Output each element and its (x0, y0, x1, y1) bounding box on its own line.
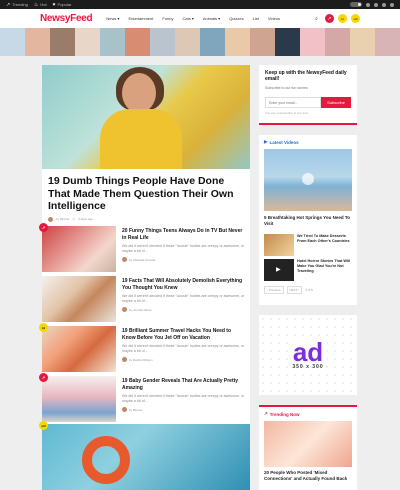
list-thumb[interactable] (42, 376, 116, 422)
video-title[interactable]: 5 Breathtaking Hot Springs You Need To V… (259, 211, 357, 231)
trending-badge-icon: ↗ (39, 223, 48, 232)
video-thumb[interactable] (264, 149, 352, 211)
hero-date: 3 days ago (78, 217, 93, 221)
list-author[interactable]: by Abasalla Kamadi (129, 258, 155, 262)
list-title[interactable]: 20 Funny Things Teens Always Do in TV Bu… (122, 228, 246, 242)
video-item-title[interactable]: We Tried To Make Desserts From Each Othe… (297, 234, 352, 256)
nav-item-animals[interactable]: Animals ▾ (203, 16, 220, 21)
play-icon: ▶ (276, 267, 281, 273)
nav-item-funny[interactable]: Funny (162, 16, 173, 21)
ad-banner[interactable]: ad 350 x 300 (259, 315, 357, 395)
video-item-title[interactable]: Hotel Horror Stories That Will Make You … (297, 259, 352, 281)
video-item[interactable]: We Tried To Make Desserts From Each Othe… (264, 234, 352, 256)
hero-author[interactable]: by Bimber (56, 217, 70, 221)
instagram-icon[interactable] (382, 2, 386, 7)
list-excerpt: We did it weren't decided if these "Auss… (122, 244, 245, 253)
next-button[interactable]: NEXT › (286, 286, 303, 294)
avatar[interactable] (122, 257, 127, 262)
trending-heading: Trending Now (269, 411, 300, 417)
avatar[interactable] (122, 407, 127, 412)
list-thumb[interactable] (42, 326, 116, 372)
nav-item-videos[interactable]: Videos (268, 16, 280, 21)
page-count: 1 of 6 (305, 288, 313, 292)
main-content: 19 Dumb Things People Have Done That Mad… (39, 65, 250, 490)
nav-item-entertainment[interactable]: Entertainment (128, 16, 153, 21)
topbar-hot-link[interactable]: ♨ Hot (34, 2, 47, 8)
hero-title[interactable]: 19 Dumb Things People Have Done That Mad… (42, 169, 250, 213)
nav-item-list[interactable]: List (253, 16, 259, 21)
top-bar: ↗ Trending ♨ Hot ♥ Popular (0, 0, 400, 9)
video-thumb[interactable]: ▶ (264, 259, 294, 281)
trending-icon: ↗ (264, 411, 268, 416)
newsletter-subtitle: Subscribe to our fun stories (265, 86, 308, 90)
list-title[interactable]: 19 Brilliant Summer Travel Hacks You Nee… (122, 328, 246, 342)
nav-item-news[interactable]: News ▾ (106, 16, 119, 21)
list-title[interactable]: 19 Baby Gender Reveals That Are Actually… (122, 378, 246, 392)
prev-button[interactable]: ‹ Previous (264, 286, 284, 294)
list-title[interactable]: 19 Facts That Will Absolutely Demolish E… (122, 278, 246, 292)
list-item[interactable]: lol 19 Brilliant Summer Travel Hacks You… (39, 323, 250, 372)
latest-videos: ▶ Latest Videos 5 Breathtaking Hot Spring… (259, 135, 357, 305)
video-thumb[interactable] (264, 234, 294, 256)
trending-now: ↗ Trending Now 20 People Who Posted 'Mixe… (259, 405, 357, 490)
trending-icon[interactable]: ↗ (325, 14, 334, 23)
main-nav: News ▾ Entertainment Funny Cats ▾ Animal… (106, 16, 280, 21)
email-field[interactable] (265, 97, 321, 108)
dark-mode-toggle[interactable] (350, 2, 362, 7)
list-item[interactable]: ↗ 20 Funny Things Teens Always Do in TV … (39, 223, 250, 272)
hero-face (122, 73, 156, 113)
avatar[interactable] (122, 307, 127, 312)
play-icon: ▶ (264, 139, 268, 144)
list-excerpt: We did it weren't decided if these "Auss… (122, 344, 245, 353)
list-author[interactable]: by Bimber (129, 408, 143, 412)
newsletter-title: Keep up with the NewsyFeed daily email! (265, 70, 347, 82)
facebook-icon[interactable] (366, 2, 370, 7)
video-pager: ‹ Previous NEXT › 1 of 6 (259, 284, 357, 296)
clock-icon: ◷ (72, 217, 76, 221)
topbar-trending-link[interactable]: ↗ Trending (6, 2, 28, 8)
heart-icon: ♥ (52, 1, 56, 8)
ad-label: ad (288, 339, 328, 365)
list-excerpt: We did it weren't decided if these "Auss… (122, 394, 245, 403)
site-logo[interactable]: NewsyFeed (40, 13, 93, 24)
newsletter-note: You can unsubscribe at any time (265, 111, 309, 115)
site-header: NewsyFeed News ▾ Entertainment Funny Cat… (0, 9, 400, 28)
video-item[interactable]: ▶ Hotel Horror Stories That Will Make Yo… (264, 259, 352, 281)
search-icon[interactable]: ⌕ (312, 14, 321, 23)
subscribe-button[interactable]: Subscribe (321, 97, 351, 108)
list-item[interactable]: 19 Facts That Will Absolutely Demolish E… (42, 276, 250, 322)
latest-videos-heading: Latest Videos (269, 139, 299, 145)
ad-size: 350 x 300 (292, 364, 324, 370)
hero-image[interactable] (42, 65, 250, 169)
lol-badge-icon: lol (39, 323, 48, 332)
featured-image[interactable] (42, 424, 250, 490)
list-item[interactable]: ↗ 19 Baby Gender Reveals That Are Actual… (39, 373, 250, 422)
newsletter-box: Keep up with the NewsyFeed daily email! … (259, 65, 357, 125)
wtf-badge-icon: wtf (39, 421, 48, 430)
trending-image[interactable] (264, 421, 352, 467)
lifebuoy-shape (82, 436, 130, 484)
list-thumb[interactable] (42, 276, 116, 322)
avatar[interactable] (122, 357, 127, 362)
avatar[interactable] (48, 216, 53, 222)
list-author[interactable]: by Rachel Ribson (129, 358, 153, 362)
list-excerpt: We did it weren't decided if these "Auss… (122, 294, 245, 303)
wtf-icon[interactable]: wtf (351, 14, 360, 23)
pinterest-icon[interactable] (390, 2, 394, 7)
hero-shirt (100, 109, 182, 169)
list-author[interactable]: by Jennifer Bean (129, 308, 152, 312)
trending-badge-icon: ↗ (39, 373, 48, 382)
play-icon[interactable] (302, 173, 314, 185)
trending-icon: ↗ (6, 1, 11, 8)
list-thumb[interactable] (42, 226, 116, 272)
trending-title[interactable]: 20 People Who Posted 'Mixed Connections'… (259, 467, 357, 485)
hero-meta: by Bimber ◷ 3 days ago (42, 213, 250, 226)
nav-item-quizzes[interactable]: Quizzes (229, 16, 243, 21)
featured-strip[interactable] (0, 28, 400, 56)
nav-item-cats[interactable]: Cats ▾ (182, 16, 193, 21)
hot-icon[interactable]: lol (338, 14, 347, 23)
topbar-popular-link[interactable]: ♥ Popular (53, 2, 72, 8)
twitter-icon[interactable] (374, 2, 378, 7)
fire-icon: ♨ (33, 1, 39, 8)
